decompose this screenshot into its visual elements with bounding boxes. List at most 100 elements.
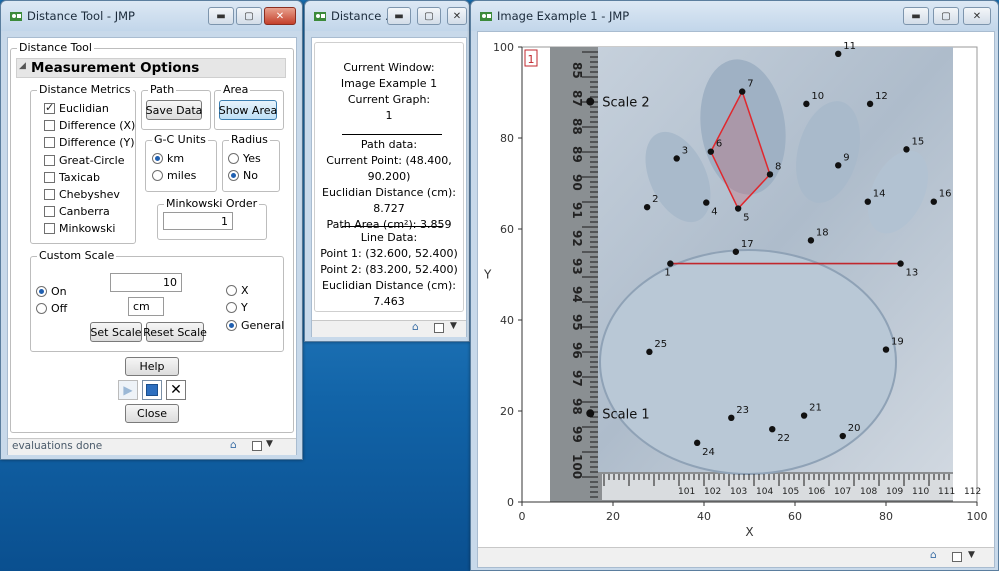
ruler-label: 96 [570, 342, 584, 359]
metric-checkbox[interactable] [44, 223, 55, 235]
image-graph[interactable]: 8587888990919293949596979899100101 102 103… [478, 32, 994, 542]
point-label: 3 [682, 145, 688, 156]
km-radio-dot[interactable] [152, 153, 163, 164]
off-radio[interactable]: Off [36, 302, 67, 315]
maximize-button[interactable]: ▢ [933, 7, 959, 25]
measurement-options-header[interactable]: ◢ Measurement Options [16, 58, 286, 78]
no-radio-dot[interactable] [228, 170, 239, 181]
data-point [839, 432, 846, 440]
y-radio[interactable]: Y [226, 301, 248, 314]
minimize-button[interactable]: ▬ [903, 7, 929, 25]
close-window-button[interactable]: ✕ [963, 7, 991, 25]
point-label: 14 [873, 189, 886, 200]
window-client: Current Window: Image Example 1 Current … [311, 37, 467, 337]
x-tick-label: 80 [879, 510, 893, 523]
title-bar[interactable]: Image Example 1 - JMP ▬ ▢ ✕ [471, 1, 998, 31]
maximize-button[interactable]: ▢ [417, 7, 441, 25]
layout-checkbox-icon[interactable] [952, 552, 962, 562]
divider [342, 134, 442, 135]
title-bar[interactable]: Distance ... ▬ ▢ ✕ [305, 1, 469, 31]
miles-radio[interactable]: miles [152, 169, 196, 182]
custom-scale-label: Custom Scale [37, 249, 117, 262]
metric-checkbox[interactable] [44, 206, 55, 218]
metric-option[interactable]: Chebyshev [44, 188, 120, 201]
metric-checkbox[interactable] [44, 137, 55, 149]
help-button[interactable]: Help [125, 357, 179, 376]
reset-scale-button[interactable]: Reset Scale [143, 322, 207, 342]
yes-radio[interactable]: Yes [228, 152, 261, 165]
info-line: Current Point: (48.400, 90.200) [326, 154, 452, 183]
metric-checkbox[interactable] [44, 120, 55, 132]
yes-radio-dot[interactable] [228, 153, 239, 164]
title-bar[interactable]: Distance Tool - JMP ▬ ▢ ✕ [1, 1, 302, 31]
home-icon[interactable]: ⌂ [412, 321, 419, 333]
run-icon[interactable]: ▶ [118, 380, 138, 400]
metric-option[interactable]: Euclidian [44, 101, 109, 115]
metric-option[interactable]: Great-Circle [44, 154, 124, 167]
close-window-button[interactable]: ✕ [447, 7, 467, 25]
info-line: 7.463 [373, 295, 405, 308]
dropdown-icon[interactable]: ▼ [968, 550, 975, 560]
metric-checkbox[interactable] [44, 171, 55, 183]
y-axis-label: Y [483, 268, 492, 282]
distance-tool-window: Distance Tool - JMP ▬ ▢ ✕ Distance Tool … [0, 0, 303, 460]
window-client: Distance Tool ◢ Measurement Options Dist… [7, 37, 297, 455]
status-bar: ⌂ ▼ [312, 320, 466, 337]
minimize-button[interactable]: ▬ [387, 7, 411, 25]
scale-unit-input[interactable]: cm [128, 297, 164, 316]
general-radio[interactable]: General [226, 319, 284, 332]
minkowski-order-input[interactable]: 1 [163, 212, 233, 230]
cancel-x-icon[interactable]: ✕ [166, 380, 186, 400]
layout-checkbox-icon[interactable] [434, 323, 444, 333]
metric-option[interactable]: Canberra [44, 205, 110, 218]
x-radio-dot[interactable] [226, 285, 237, 296]
x-radio[interactable]: X [226, 284, 249, 297]
set-scale-button[interactable]: Set Scale [90, 322, 142, 342]
home-icon[interactable]: ⌂ [930, 549, 937, 561]
km-radio[interactable]: km [152, 152, 184, 165]
scale-label: Scale 2 [602, 96, 649, 111]
scale-value-input[interactable]: 10 [110, 273, 182, 292]
dropdown-icon[interactable]: ▼ [450, 321, 457, 331]
metric-checkbox[interactable] [44, 101, 55, 114]
miles-radio-label: miles [167, 169, 197, 182]
data-point [807, 237, 815, 244]
minimize-button[interactable]: ▬ [208, 7, 234, 25]
stop-icon[interactable] [142, 380, 162, 400]
point-label: 19 [891, 337, 904, 348]
close-window-button[interactable]: ✕ [264, 7, 296, 25]
metric-option[interactable]: Taxicab [44, 171, 100, 184]
dropdown-icon[interactable]: ▼ [266, 439, 273, 449]
on-radio-dot[interactable] [36, 286, 47, 297]
ruler-label: 100 [570, 454, 584, 479]
miles-radio-dot[interactable] [152, 170, 163, 181]
close-button[interactable]: Close [125, 404, 179, 423]
show-area-button[interactable]: Show Area [219, 100, 277, 120]
save-data-button[interactable]: Save Data [146, 100, 202, 120]
x-radio-label: X [241, 284, 249, 297]
home-icon[interactable]: ⌂ [230, 439, 237, 451]
metric-checkbox[interactable] [44, 154, 55, 166]
ruler-label: 106 [808, 487, 825, 497]
metric-option[interactable]: Difference (Y) [44, 136, 135, 149]
data-point [667, 260, 674, 267]
window-title: Distance Tool - JMP [27, 9, 135, 23]
y-radio-dot[interactable] [226, 302, 237, 313]
no-radio[interactable]: No [228, 169, 258, 182]
metric-checkbox[interactable] [44, 189, 55, 200]
layout-checkbox-icon[interactable] [252, 441, 262, 451]
maximize-button[interactable]: ▢ [236, 7, 262, 25]
off-radio-dot[interactable] [36, 303, 47, 314]
point-label: 4 [711, 207, 717, 218]
general-radio-dot[interactable] [226, 320, 237, 331]
data-point [903, 146, 910, 153]
data-point [728, 414, 735, 422]
point-label: 11 [843, 41, 856, 52]
disclosure-icon[interactable]: ◢ [19, 61, 26, 71]
off-radio-label: Off [51, 302, 68, 315]
metric-option[interactable]: Difference (X) [44, 119, 135, 132]
data-point [866, 100, 874, 108]
metric-option[interactable]: Minkowski [44, 222, 115, 235]
data-point [732, 248, 740, 255]
on-radio[interactable]: On [36, 285, 67, 298]
